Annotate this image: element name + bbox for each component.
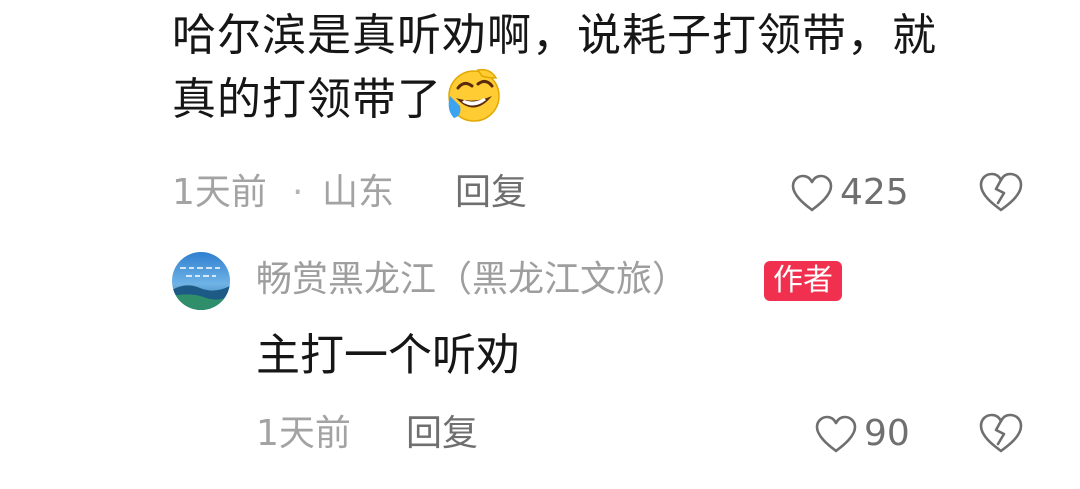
comment-location: 山东 <box>322 172 395 213</box>
author-badge: 作者 <box>764 261 842 301</box>
author-name[interactable]: 畅赏黑龙江（黑龙江文旅） <box>256 250 688 310</box>
reply-text: 主打一个听劝 <box>256 330 520 381</box>
like-count: 90 <box>864 413 910 454</box>
reply-time: 1天前 <box>256 413 351 454</box>
broken-heart-icon[interactable] <box>978 171 1024 232</box>
reply-header: 畅赏黑龙江（黑龙江文旅） 作者 <box>172 250 1032 310</box>
reply-button[interactable]: 回复 <box>406 404 478 464</box>
comment-time: 1天前 <box>172 172 267 213</box>
like-count: 425 <box>840 172 909 213</box>
broken-heart-icon[interactable] <box>978 412 1024 473</box>
heart-outline-icon <box>814 414 858 454</box>
comment-text-line2: 真的打领带了 <box>172 74 442 125</box>
comment-text: 哈尔滨是真听劝啊，说耗子打领带，就 真的打领带了 <box>172 6 1022 130</box>
avatar[interactable] <box>172 252 230 310</box>
heart-outline-icon <box>790 173 834 213</box>
laughing-crying-emoji-icon <box>444 66 502 124</box>
like-button[interactable]: 425 <box>790 163 909 223</box>
reply-meta: 1天前 回复 90 <box>256 404 1032 464</box>
like-button[interactable]: 90 <box>814 404 910 464</box>
meta-separator: · <box>292 172 304 213</box>
comment-meta: 1天前 · 山东 回复 425 <box>172 163 1032 223</box>
comment-text-line1: 哈尔滨是真听劝啊，说耗子打领带，就 <box>172 10 937 61</box>
reply-button[interactable]: 回复 <box>455 163 527 223</box>
